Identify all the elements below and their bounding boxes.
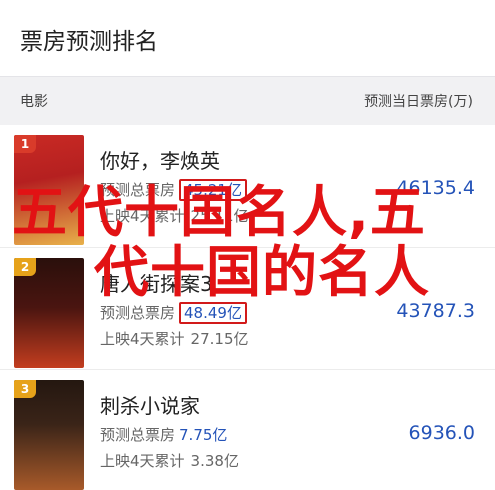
predicted-total-value: 45.21亿	[179, 179, 247, 201]
released-cumulative-value: 27.15亿	[190, 330, 249, 348]
released-cumulative-value: 25.11亿	[190, 207, 249, 225]
column-label-movie: 电影	[20, 94, 48, 110]
column-label-today-boxoffice[interactable]: 预测当日票房(万)	[364, 91, 473, 111]
today-boxoffice-value: 43787.3	[396, 300, 475, 322]
movie-poster[interactable]: 3	[14, 380, 84, 490]
predicted-total: 预测总票房 7.75亿	[100, 424, 227, 445]
released-cumulative-label: 上映4天累计	[100, 452, 185, 470]
movie-poster[interactable]: 2	[14, 258, 84, 368]
predicted-total-label: 预测总票房	[100, 304, 176, 322]
released-cumulative-label: 上映4天累计	[100, 207, 185, 225]
app-header: 票房预测排名	[0, 0, 495, 76]
predicted-total-label: 预测总票房	[100, 426, 176, 444]
movie-row[interactable]: 2 唐人街探案3 预测总票房 48.49亿 上映4天累计 27.15亿 43787.…	[0, 247, 495, 368]
movie-title[interactable]: 你好，李焕英	[100, 145, 220, 174]
movie-row[interactable]: 3 刺杀小说家 预测总票房 7.75亿 上映4天累计 3.38亿 6936.0	[0, 369, 495, 490]
predicted-total: 预测总票房 48.49亿	[100, 302, 247, 324]
rank-badge: 3	[14, 380, 36, 398]
movie-row[interactable]: 1 你好，李焕英 预测总票房 45.21亿 上映4天累计 25.11亿 46135.…	[0, 125, 495, 245]
released-cumulative: 上映4天累计 3.38亿	[100, 450, 239, 471]
predicted-total-value: 48.49亿	[179, 302, 247, 324]
released-cumulative-label: 上映4天累计	[100, 330, 185, 348]
predicted-total-value: 7.75亿	[179, 426, 228, 444]
movie-poster[interactable]: 1	[14, 135, 84, 245]
rank-badge: 2	[14, 258, 36, 276]
rank-badge: 1	[14, 135, 36, 153]
released-cumulative-value: 3.38亿	[190, 452, 239, 470]
released-cumulative: 上映4天累计 25.11亿	[100, 205, 249, 226]
movie-title[interactable]: 唐人街探案3	[100, 268, 213, 297]
today-boxoffice-value: 6936.0	[408, 422, 475, 444]
page-title: 票房预测排名	[20, 29, 158, 55]
movie-title[interactable]: 刺杀小说家	[100, 390, 200, 419]
predicted-total-label: 预测总票房	[100, 181, 176, 199]
list-column-header: 电影 预测当日票房(万)	[0, 76, 495, 126]
predicted-total: 预测总票房 45.21亿	[100, 179, 247, 201]
released-cumulative: 上映4天累计 27.15亿	[100, 328, 249, 349]
today-boxoffice-value: 46135.4	[396, 177, 475, 199]
